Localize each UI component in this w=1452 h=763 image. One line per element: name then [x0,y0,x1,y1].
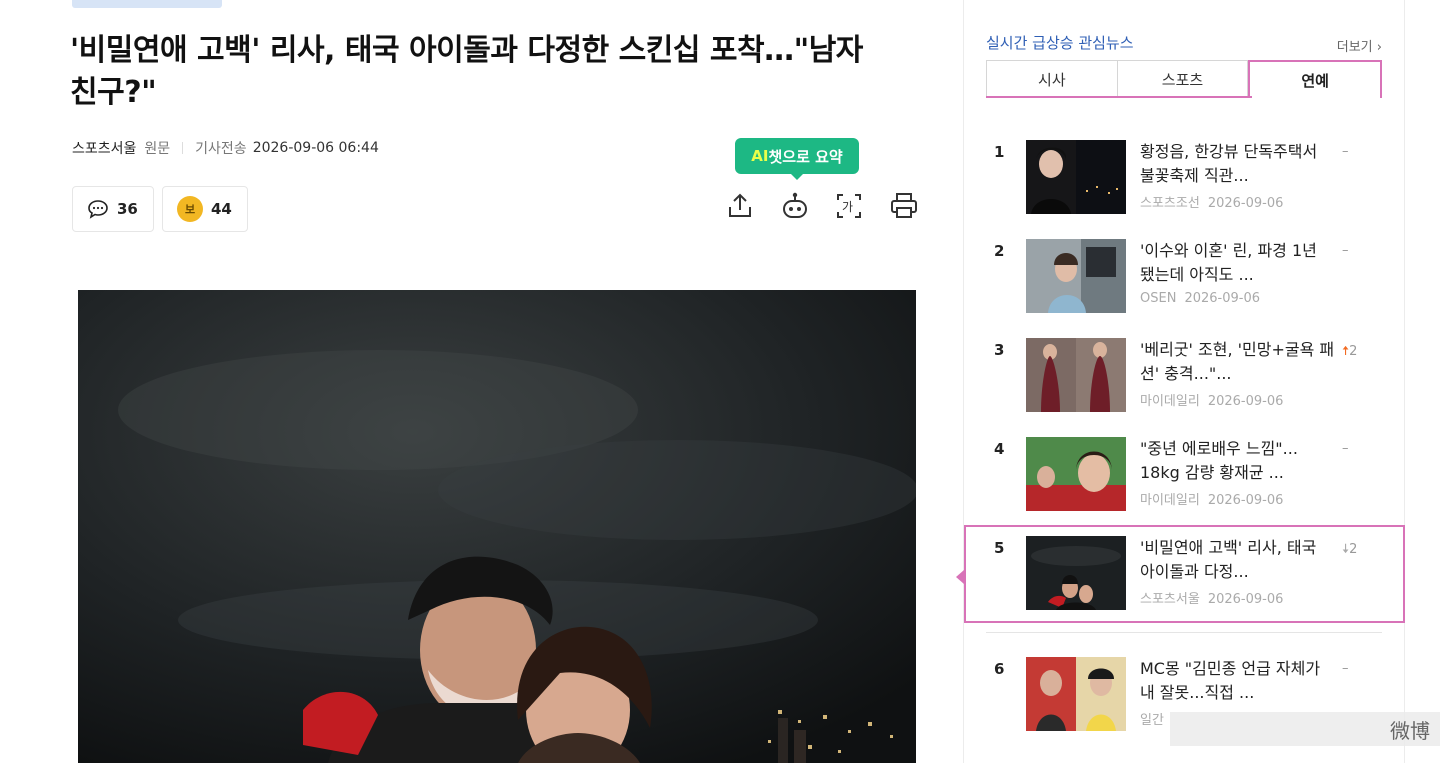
article-meta: 스포츠서울 원문 기사전송 2026-09-06 06:44 [72,138,379,158]
news-source: OSEN [1140,291,1177,306]
ai-tooltip-suffix: 챗으로 요약 [768,147,843,166]
news-meta: 일간 [1140,709,1164,728]
news-date: 2026-09-06 [1184,291,1260,306]
highlight-pointer [956,570,964,584]
trending-item[interactable]: 2 '이수와 이혼' 린, 파경 1년 됐는데 아직도 ... OSEN 2026… [986,239,1376,319]
rank-number: 2 [994,242,1005,260]
news-title[interactable]: '베리굿' 조현, '민망+굴욕 패션' 충격..."... [1140,338,1336,386]
trending-item[interactable]: 1 황정음, 한강뷰 단독주택서 불꽃축제 직관... 스포츠조선 2026-09… [986,140,1376,220]
news-title[interactable]: "중년 에로배우 느낌"... 18kg 감량 황재균 ... [1140,437,1336,485]
reaction-icon: 보 [177,196,203,222]
rank-number: 3 [994,341,1005,359]
tab-underline [986,96,1252,98]
original-link[interactable]: 원문 [144,138,170,158]
trending-item[interactable]: 5 '비밀연애 고백' 리사, 태국 아이돌과 다정... 스포츠서울 2026-… [986,536,1376,616]
ai-tooltip-prefix: AI [751,147,769,165]
news-source: 스포츠조선 [1140,196,1200,211]
rank-change: 🠇2 [1342,540,1357,562]
more-link-label: 더보기 [1336,40,1373,55]
rank-change: 🠅2 [1342,342,1357,364]
news-title[interactable]: '비밀연애 고백' 리사, 태국 아이돌과 다정... [1140,536,1336,584]
rank-change: – [1342,661,1349,676]
trending-news-sidebar: 실시간 급상승 관심뉴스 더보기 › 시사 스포츠 연예 1 황정음, 한강뷰 … [956,0,1405,763]
news-thumbnail[interactable] [1026,437,1126,511]
watermark: 微博 [1170,712,1440,746]
sidebar-title: 실시간 급상승 관심뉴스 [986,34,1134,52]
rank-change: – [1342,144,1349,159]
sent-label: 기사전송 [195,141,247,157]
article: '비밀연애 고백' 리사, 태국 아이돌과 다정한 스킨십 포착…"남자친구?"… [0,0,960,763]
news-thumbnail[interactable] [1026,140,1126,214]
printer-icon [891,193,917,218]
news-source: 마이데일리 [1140,493,1200,508]
news-date: 2026-09-06 [1207,394,1284,409]
news-source: 일간 [1140,713,1164,728]
rank-number: 1 [994,143,1005,161]
ai-summary-tooltip[interactable]: AI 챗으로 요약 [735,138,859,180]
print-button[interactable] [888,190,920,222]
news-title[interactable]: '이수와 이혼' 린, 파경 1년 됐는데 아직도 ... [1140,239,1336,287]
news-thumbnail[interactable] [1026,536,1126,610]
news-date: 2026-09-06 [1207,592,1284,607]
comments-button[interactable]: 36 [72,186,154,232]
rank-change-value: 2 [1349,344,1358,359]
font-size-glyph: 가 [842,200,853,214]
news-thumbnail[interactable] [1026,338,1126,412]
more-link[interactable]: 더보기 › [1337,36,1382,55]
article-photo[interactable] [78,290,916,763]
chevron-right-icon: › [1376,40,1382,55]
comment-count: 36 [117,200,138,218]
photo-image [78,290,916,763]
news-date: 2026-09-06 [1207,196,1284,211]
news-title[interactable]: MC몽 "김민종 언급 자체가 내 잘못...직접 ... [1140,657,1336,705]
share-button[interactable] [724,190,756,222]
share-icon [729,193,751,217]
article-datetime: 2026-09-06 06:44 [252,140,379,156]
news-source: 스포츠서울 [1140,592,1200,607]
news-meta: OSEN 2026-09-06 [1140,291,1260,306]
article-headline: '비밀연애 고백' 리사, 태국 아이돌과 다정한 스킨십 포착…"남자친구?" [70,33,863,110]
meta-divider [182,142,184,154]
news-thumbnail[interactable] [1026,657,1126,731]
category-tabs: 시사 스포츠 연예 [986,60,1383,98]
rank-change: – [1342,243,1349,258]
news-title[interactable]: 황정음, 한강뷰 단독주택서 불꽃축제 직관... [1140,140,1336,188]
rank-number: 4 [994,440,1005,458]
ai-bot-button[interactable] [779,190,811,222]
news-thumbnail[interactable] [1026,239,1126,313]
robot-icon [783,192,807,218]
font-size-button[interactable]: 가 [833,190,865,222]
news-meta: 마이데일리 2026-09-06 [1140,390,1283,409]
tab-entertainment[interactable]: 연예 [1248,60,1383,98]
tab-politics[interactable]: 시사 [986,60,1118,98]
rank-number: 6 [994,660,1005,678]
rank-change-value: 2 [1349,542,1358,557]
news-meta: 마이데일리 2026-09-06 [1140,489,1283,508]
list-divider [986,632,1382,633]
news-date: 2026-09-06 [1207,493,1284,508]
comment-icon [87,199,109,219]
rank-change: – [1342,441,1349,456]
news-source: 마이데일리 [1140,394,1200,409]
article-source[interactable]: 스포츠서울 [72,138,136,158]
reaction-badge: 보 [177,196,203,222]
reaction-count: 44 [211,200,232,218]
news-meta: 스포츠서울 2026-09-06 [1140,588,1283,607]
rank-number: 5 [994,539,1005,557]
reactions-button[interactable]: 보 44 [162,186,248,232]
news-meta: 스포츠조선 2026-09-06 [1140,192,1283,211]
trending-item[interactable]: 4 "중년 에로배우 느낌"... 18kg 감량 황재균 ... 마이데일리 2… [986,437,1376,517]
trending-item[interactable]: 3 '베리굿' 조현, '민망+굴욕 패션' 충격..."... 마이데일리 20… [986,338,1376,418]
tab-sports[interactable]: 스포츠 [1117,60,1249,98]
font-size-icon: 가 [837,194,861,218]
